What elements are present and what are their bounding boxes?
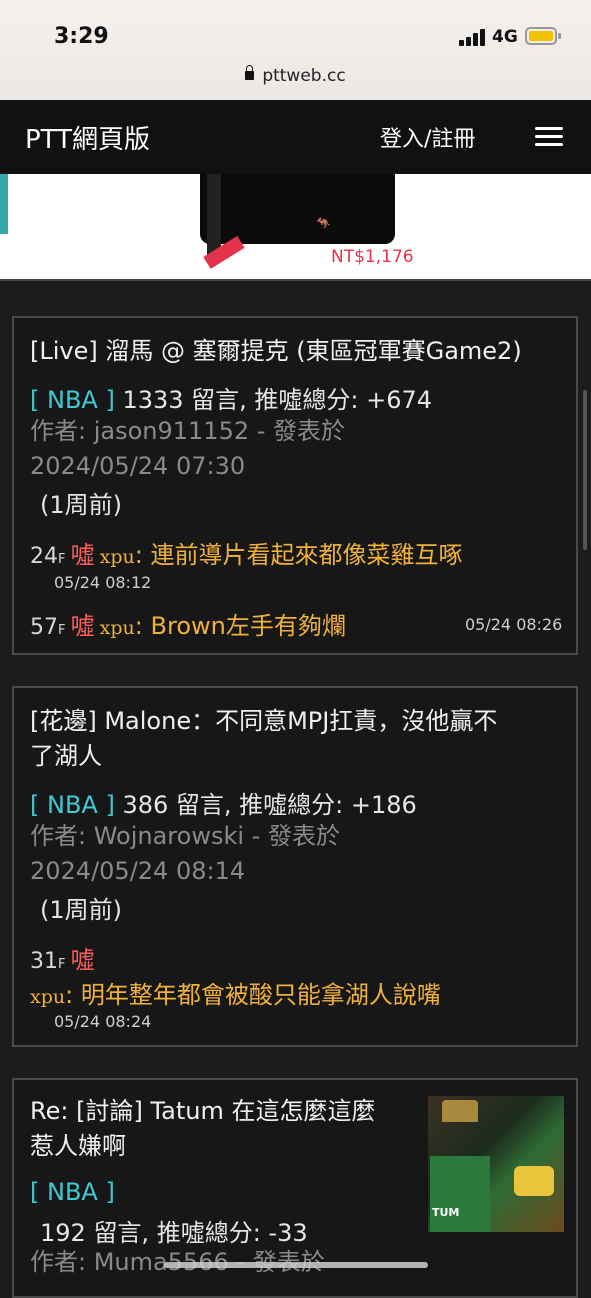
board-tag[interactable]: [ NBA ] (30, 1178, 115, 1206)
battery-icon (525, 27, 561, 45)
home-indicator[interactable] (164, 1262, 428, 1268)
post-stats-text: 192 留言, 推噓總分: -33 (40, 1219, 308, 1247)
comment-text: : 連前導片看起來都像菜雞互啄 (134, 541, 463, 569)
comment-row: 31F 噓 (30, 940, 95, 975)
lock-icon (245, 65, 255, 80)
address-bar[interactable]: pttweb.cc (0, 65, 591, 86)
post-author: 作者: Wojnarowski - 發表於 2024/05/24 08:14 (30, 819, 340, 889)
comment-row: 57F 噓 xpu: Brown左手有夠爛 (30, 606, 346, 641)
kangaroo-logo-icon: 🦘 (316, 216, 331, 230)
url-text: pttweb.cc (262, 66, 346, 86)
post-stats: [ NBA ] 386 留言, 推噓總分: +186 (30, 785, 417, 820)
comment-floor: 57F (30, 615, 66, 640)
post-title-line: [花邊] Malone：不同意MPJ扛責，沒他贏不 (30, 707, 498, 735)
author-line: 作者: Wojnarowski - 發表於 (30, 822, 340, 850)
comment-user: xpu (30, 986, 66, 1008)
post-date: 2024/05/24 07:30 (30, 452, 246, 480)
board-tag-line: [ NBA ] (30, 1178, 115, 1206)
post-date: 2024/05/24 08:14 (30, 857, 246, 885)
scrollbar[interactable] (583, 390, 587, 550)
comment-floor: 24F (30, 544, 66, 569)
cellular-signal-icon (459, 29, 485, 46)
post-age: (1周前) (40, 491, 122, 519)
post-thumbnail[interactable]: TUM (428, 1096, 564, 1232)
thumb-label: TUM (432, 1206, 460, 1219)
comment-time: 05/24 08:24 (54, 1012, 152, 1031)
comment-row: 24F 噓 xpu: 連前導片看起來都像菜雞互啄 (30, 535, 463, 570)
post-title-line: 了湖人 (30, 742, 102, 770)
board-tag[interactable]: [ NBA ] (30, 791, 115, 819)
comment-user: xpu (99, 617, 135, 639)
post-card[interactable]: [花邊] Malone：不同意MPJ扛責，沒他贏不 了湖人 [ NBA ] 38… (12, 686, 578, 1047)
hamburger-menu-icon[interactable] (535, 127, 563, 147)
network-type: 4G (492, 27, 518, 47)
board-tag[interactable]: [ NBA ] (30, 386, 115, 414)
post-age: (1周前) (40, 896, 122, 924)
post-stats-text: 386 留言, 推噓總分: +186 (122, 791, 417, 819)
post-stats-text: 1333 留言, 推噓總分: +674 (122, 386, 433, 414)
post-title-line: Re: [討論] Tatum 在這怎麼這麼 (30, 1097, 376, 1125)
post-title-line: 惹人嫌啊 (30, 1132, 126, 1160)
comment-body: xpu: 明年整年都會被酸只能拿湖人說嘴 (30, 975, 441, 1010)
post-author: 作者: jason911152 - 發表於 2024/05/24 07:30 (30, 414, 345, 484)
login-link[interactable]: 登入/註冊 (380, 121, 475, 153)
site-logo[interactable]: PTT網頁版 (25, 119, 150, 156)
boo-tag: 噓 (70, 541, 95, 569)
comment-text: : 明年整年都會被酸只能拿湖人說嘴 (65, 981, 441, 1009)
author-line: 作者: jason911152 - 發表於 (30, 417, 346, 445)
status-bar: 3:29 4G pttweb.cc (0, 0, 591, 100)
post-title[interactable]: [花邊] Malone：不同意MPJ扛責，沒他贏不 了湖人 (30, 704, 497, 774)
site-header: PTT網頁版 登入/註冊 (0, 100, 591, 174)
ad-edge (0, 174, 8, 234)
comment-text: : Brown左手有夠爛 (134, 612, 346, 640)
ad-banner[interactable]: 🦘 NT$1,176 (0, 174, 591, 281)
post-stats: [ NBA ] 1333 留言, 推噓總分: +674 (30, 380, 432, 415)
crown-icon (442, 1100, 478, 1122)
player-shape (514, 1166, 554, 1196)
bag-strap (207, 174, 221, 256)
boo-tag: 噓 (70, 612, 95, 640)
post-title[interactable]: Re: [討論] Tatum 在這怎麼這麼 惹人嫌啊 (30, 1094, 375, 1164)
comment-time: 05/24 08:26 (465, 615, 563, 634)
jersey-shape (430, 1156, 490, 1232)
clock: 3:29 (54, 24, 109, 49)
comment-user: xpu (99, 546, 135, 568)
comment-time: 05/24 08:12 (54, 573, 152, 592)
backpack-image (200, 174, 395, 244)
post-title[interactable]: [Live] 溜馬 @ 塞爾提克 (東區冠軍賽Game2) (30, 334, 522, 369)
boo-tag: 噓 (70, 946, 95, 974)
comment-floor: 31F (30, 949, 66, 974)
post-card[interactable]: [Live] 溜馬 @ 塞爾提克 (東區冠軍賽Game2) [ NBA ] 13… (12, 316, 578, 655)
ad-price: NT$1,176 (331, 247, 414, 267)
